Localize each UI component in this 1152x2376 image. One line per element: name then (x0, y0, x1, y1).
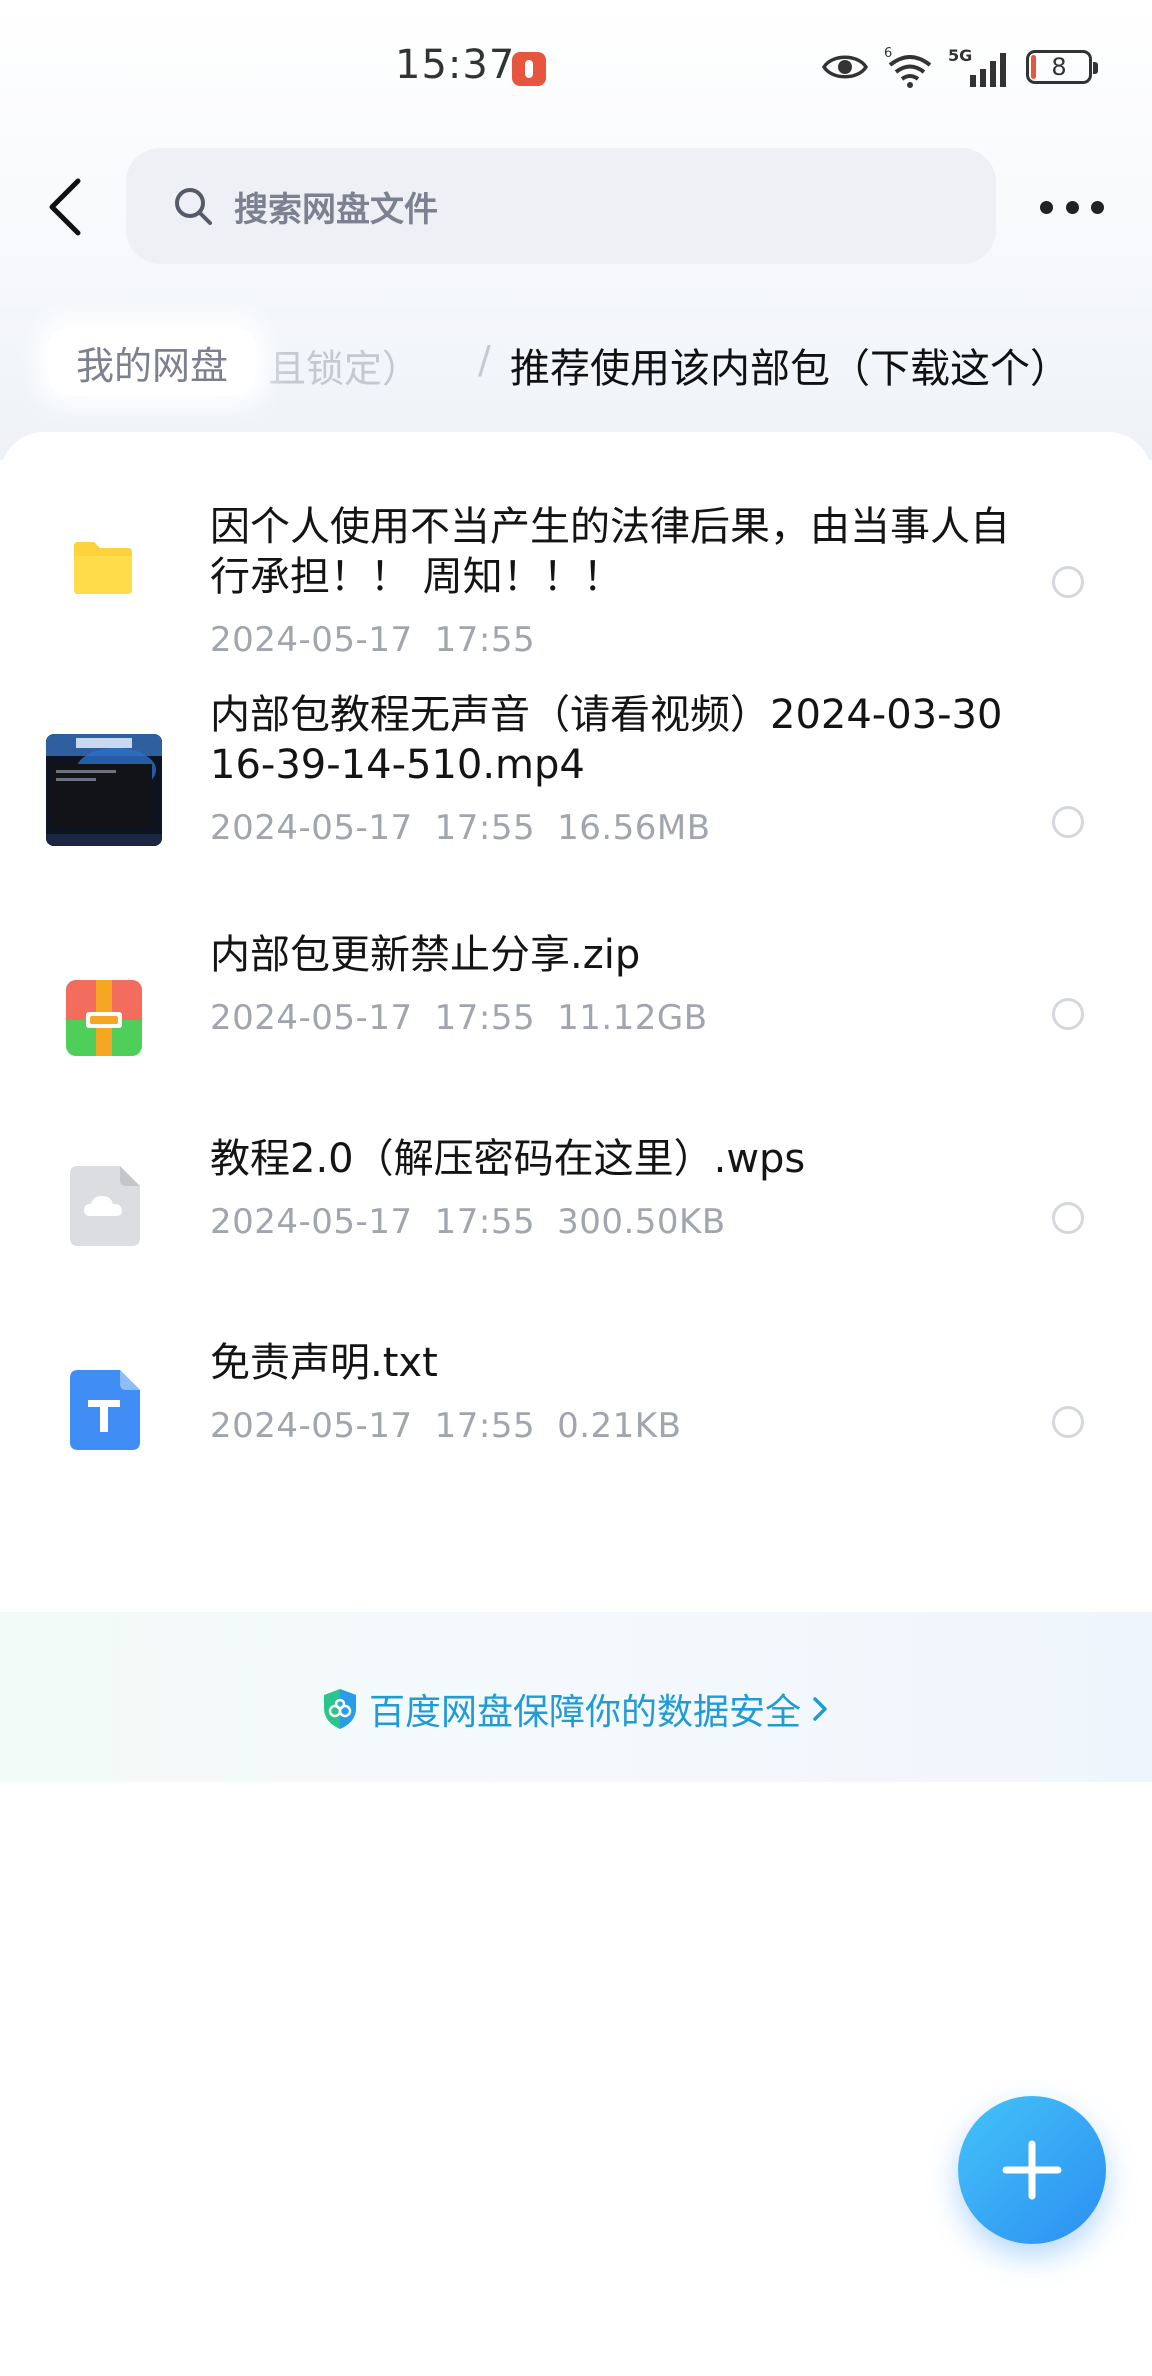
wifi-icon: 6 (884, 46, 932, 88)
file-time: 17:55 (434, 1406, 536, 1446)
chevron-right-icon (813, 1697, 827, 1721)
folder-icon (74, 542, 132, 594)
file-time: 17:55 (434, 620, 536, 660)
file-name: 免责声明.txt (210, 1340, 438, 1386)
more-options-button[interactable] (1040, 190, 1104, 224)
file-time: 17:55 (434, 998, 536, 1038)
list-item[interactable]: 内部包更新禁止分享.zip 2024-05-17 17:55 11.12GB (0, 912, 1152, 1092)
select-checkbox[interactable] (1052, 1202, 1084, 1234)
file-name: 内部包更新禁止分享.zip (210, 932, 641, 978)
battery-icon: 8 (1026, 50, 1098, 84)
file-date: 2024-05-17 (210, 620, 413, 660)
file-date: 2024-05-17 (210, 808, 413, 848)
search-icon (175, 188, 212, 225)
file-meta: 2024-05-17 17:55 16.56MB (210, 808, 733, 848)
safety-text: 百度网盘保障你的数据安全 (368, 1692, 801, 1733)
file-date: 2024-05-17 (210, 1202, 413, 1242)
status-time: 15:37 (395, 42, 516, 88)
file-list: 因个人使用不当产生的法律后果，由当事人自行承担！！ 周知！！！ 2024-05-… (0, 432, 1152, 1782)
cellular-signal-icon: 5G (948, 46, 1006, 87)
list-item[interactable]: 内部包教程无声音（请看视频）2024-03-30 16-39-14-510.mp… (0, 672, 1152, 902)
add-button[interactable] (958, 2096, 1106, 2244)
file-date: 2024-05-17 (210, 1406, 413, 1446)
file-date: 2024-05-17 (210, 998, 413, 1038)
breadcrumb-current: 推荐使用该内部包（下载这个） (510, 346, 1070, 392)
more-dot (1091, 200, 1104, 214)
file-meta: 2024-05-17 17:55 11.12GB (210, 998, 730, 1038)
breadcrumb-root[interactable]: 我的网盘 (48, 328, 257, 396)
text-file-icon (70, 1370, 140, 1450)
zip-archive-icon (66, 980, 142, 1056)
video-thumbnail (46, 734, 162, 846)
file-size: 16.56MB (557, 808, 711, 848)
back-button[interactable] (42, 175, 92, 239)
file-time: 17:55 (434, 808, 536, 848)
file-name: 教程2.0（解压密码在这里）.wps (210, 1136, 806, 1182)
battery-level: 8 (1051, 53, 1067, 81)
file-meta: 2024-05-17 17:55 (210, 620, 557, 660)
status-icons: 6 5G 8 (822, 42, 1098, 92)
search-placeholder: 搜索网盘文件 (234, 189, 438, 230)
more-dot (1065, 200, 1079, 214)
breadcrumb: 且锁定） 我的网盘 / 推荐使用该内部包（下载这个） (0, 320, 1152, 400)
breadcrumb-separator: / (478, 338, 491, 382)
file-name: 因个人使用不当产生的法律后果，由当事人自行承担！！ 周知！！！ (210, 504, 1010, 600)
search-input[interactable]: 搜索网盘文件 (126, 148, 996, 264)
select-checkbox[interactable] (1052, 806, 1084, 838)
cloud-document-icon (70, 1166, 140, 1246)
plus-icon (1002, 2140, 1062, 2200)
recording-badge-icon (512, 52, 546, 86)
file-size: 0.21KB (557, 1406, 682, 1446)
list-item[interactable]: 教程2.0（解压密码在这里）.wps 2024-05-17 17:55 300.50… (0, 1116, 1152, 1296)
file-time: 17:55 (434, 1202, 536, 1242)
data-safety-link[interactable]: 百度网盘保障你的数据安全 (0, 1683, 1152, 1735)
status-bar: 15:37 6 5G 8 (0, 0, 1152, 130)
select-checkbox[interactable] (1052, 1406, 1084, 1438)
network-type: 5G (948, 46, 972, 65)
breadcrumb-truncated-item[interactable]: 且锁定） (268, 338, 420, 393)
file-meta: 2024-05-17 17:55 0.21KB (210, 1406, 703, 1446)
file-size: 11.12GB (557, 998, 708, 1038)
list-item[interactable]: 因个人使用不当产生的法律后果，由当事人自行承担！！ 周知！！！ 2024-05-… (0, 432, 1152, 662)
shield-icon (323, 1689, 356, 1729)
wifi-badge: 6 (884, 46, 892, 61)
select-checkbox[interactable] (1052, 566, 1084, 598)
select-checkbox[interactable] (1052, 998, 1084, 1030)
list-item[interactable]: 免责声明.txt 2024-05-17 17:55 0.21KB (0, 1320, 1152, 1500)
more-dots-icon (1040, 200, 1053, 214)
chevron-left-icon (49, 178, 81, 236)
eye-icon (822, 55, 868, 79)
file-meta: 2024-05-17 17:55 300.50KB (210, 1202, 748, 1242)
file-size: 300.50KB (557, 1202, 726, 1242)
file-name: 内部包教程无声音（请看视频）2024-03-30 16-39-14-510.mp… (210, 692, 1003, 788)
